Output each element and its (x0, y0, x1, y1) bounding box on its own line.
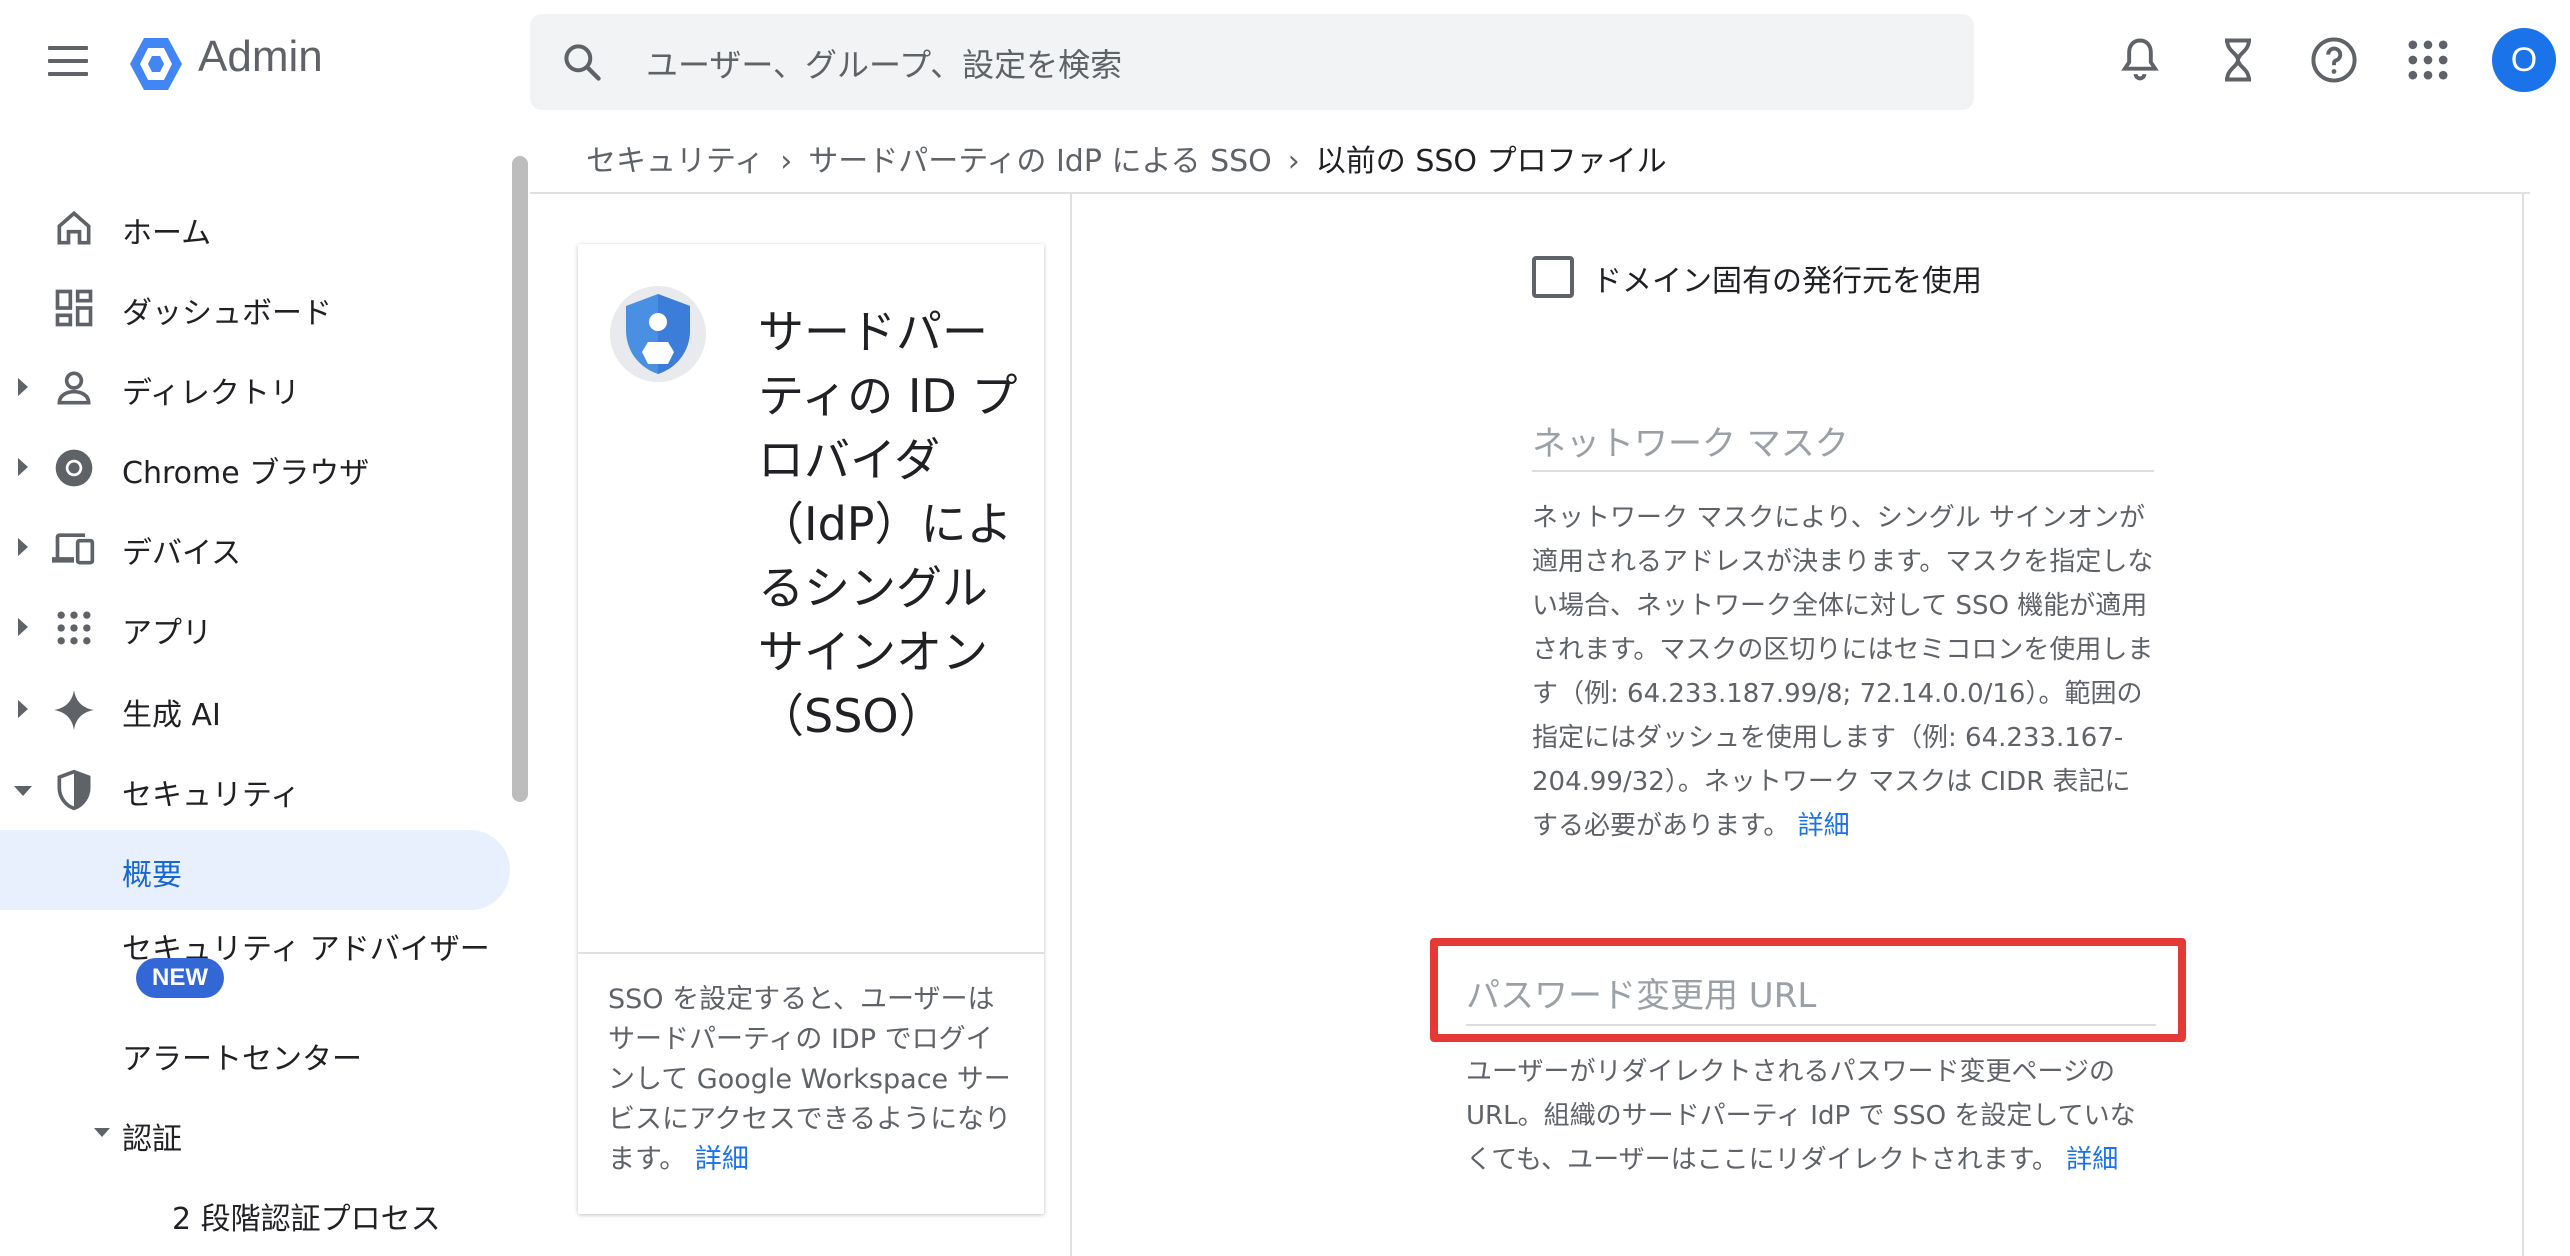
sidebar-item-apps[interactable]: アプリ (0, 588, 510, 668)
sidebar-item-label: デバイス (122, 536, 242, 571)
sidebar-item-chrome[interactable]: Chrome ブラウザ (0, 428, 510, 508)
collapse-arrow-icon[interactable] (94, 1128, 110, 1137)
sidebar-item-label: 認証 (122, 1122, 182, 1157)
sidebar-item-devices[interactable]: デバイス (0, 508, 510, 588)
sso-shield-icon (610, 286, 706, 382)
expand-arrow-icon[interactable] (18, 618, 28, 636)
new-badge: NEW (136, 958, 224, 998)
hourglass-icon[interactable] (2212, 34, 2264, 86)
password-change-url-help-text: ユーザーがリダイレクトされるパスワード変更ページの URL。組織のサードパーティ… (1466, 1057, 2136, 1175)
sidebar-item-authentication[interactable]: 認証 (0, 1092, 510, 1172)
password-change-url-input[interactable]: パスワード変更用 URL (1466, 968, 1816, 1017)
home-icon (57, 210, 91, 245)
apps-grid-icon (57, 611, 91, 645)
sidebar-item-label: 2 段階認証プロセス (172, 1202, 441, 1237)
network-mask-help: ネットワーク マスクにより、シングル サインオンが適用されるアドレスが決まります… (1532, 496, 2154, 848)
sidebar-item-label: アプリ (122, 616, 212, 651)
sidebar-item-label: Chrome ブラウザ (122, 456, 370, 491)
app-name: Admin (198, 32, 323, 81)
sidebar-item-two-step-verification[interactable]: 2 段階認証プロセス (0, 1172, 510, 1252)
breadcrumb-current: 以前の SSO プロファイル (1315, 144, 1667, 179)
expand-arrow-icon[interactable] (18, 538, 28, 556)
learn-more-link[interactable]: 詳細 (1798, 811, 1850, 841)
network-mask-underline (1532, 470, 2154, 472)
sidebar-item-dashboard[interactable]: ダッシュボード (0, 268, 510, 348)
person-icon (57, 371, 91, 405)
breadcrumb-security-link[interactable]: セキュリティ (586, 136, 764, 180)
sidebar-item-label: 生成 AI (122, 698, 221, 733)
sidebar-item-home[interactable]: ホーム (0, 188, 510, 268)
collapse-arrow-icon[interactable] (14, 786, 32, 796)
sidebar-item-overview[interactable]: 概要 (0, 830, 510, 910)
sidebar-item-label: セキュリティ (122, 778, 301, 813)
main-menu-icon[interactable] (48, 46, 88, 78)
sidebar-item-label: ホーム (122, 216, 212, 251)
search-icon (564, 44, 601, 81)
search-placeholder[interactable]: ユーザー、グループ、設定を検索 (646, 40, 1122, 86)
breadcrumb-sso-link[interactable]: サードパーティの IdP による SSO (808, 136, 1272, 180)
devices-icon (52, 533, 95, 565)
card-divider (578, 952, 1044, 954)
card-description: SSO を設定すると、ユーザーはサードパーティの IDP でログインして Goo… (608, 980, 1018, 1180)
card-description-text: SSO を設定すると、ユーザーはサードパーティの IDP でログインして Goo… (608, 984, 1012, 1175)
network-mask-input[interactable]: ネットワーク マスク (1532, 416, 1849, 465)
top-bar: Admin ユーザー、グループ、設定を検索 O (0, 0, 2570, 122)
learn-more-link[interactable]: 詳細 (695, 1144, 749, 1175)
notifications-bell-icon[interactable] (2114, 34, 2166, 86)
dashboard-icon (55, 289, 93, 327)
sparkle-icon (53, 689, 95, 731)
expand-arrow-icon[interactable] (18, 700, 28, 718)
help-icon[interactable] (2308, 34, 2360, 86)
sidebar-item-label: ダッシュボード (122, 296, 332, 331)
divider (2522, 194, 2524, 1256)
card-title: サードパーティの ID プロバイダ（IdP）によるシングル サインオン（SSO） (758, 305, 1018, 743)
domain-issuer-checkbox[interactable] (1532, 256, 1574, 298)
network-mask-help-text: ネットワーク マスクにより、シングル サインオンが適用されるアドレスが決まります… (1532, 503, 2154, 841)
sidebar-item-alert-center[interactable]: アラートセンター (0, 1012, 510, 1092)
expand-arrow-icon[interactable] (18, 458, 28, 476)
sidebar-scrollbar[interactable] (512, 156, 528, 802)
breadcrumb: セキュリティ › サードパーティの IdP による SSO › 以前の SSO プロファ… (586, 136, 1667, 180)
sidebar-item-generative-ai[interactable]: 生成 AI (0, 670, 510, 750)
chrome-icon (55, 449, 93, 487)
apps-launcher-icon[interactable] (2402, 34, 2454, 86)
admin-logo-icon (130, 38, 182, 90)
sidebar-item-label: アラートセンター (122, 1042, 362, 1077)
search-bar[interactable]: ユーザー、グループ、設定を検索 (530, 14, 1974, 110)
shield-icon (57, 769, 91, 811)
sidebar-item-label: ディレクトリ (122, 376, 300, 411)
divider (530, 192, 2530, 194)
sidebar-item-security-advisor[interactable]: セキュリティ アドバイザー (0, 910, 510, 1010)
learn-more-link[interactable]: 詳細 (2066, 1145, 2118, 1175)
expand-arrow-icon[interactable] (18, 378, 28, 396)
breadcrumb-separator-icon: › (1287, 144, 1300, 179)
password-change-url-underline (1466, 1024, 2156, 1026)
sidebar-item-security[interactable]: セキュリティ (0, 750, 510, 830)
sidebar: ホーム ダッシュボード ディレクトリ Chrome ブラウザ デバイス アプリ … (0, 122, 520, 1256)
password-change-url-help: ユーザーがリダイレクトされるパスワード変更ページの URL。組織のサードパーティ… (1466, 1050, 2156, 1182)
breadcrumb-separator-icon: › (780, 144, 793, 179)
divider (1070, 194, 1072, 1256)
sidebar-item-directory[interactable]: ディレクトリ (0, 348, 510, 428)
account-avatar[interactable]: O (2492, 28, 2556, 92)
sso-info-card: サードパーティの ID プロバイダ（IdP）によるシングル サインオン（SSO）… (578, 244, 1044, 1214)
domain-issuer-label[interactable]: ドメイン固有の発行元を使用 (1592, 256, 1982, 300)
sidebar-item-label: 概要 (122, 858, 182, 893)
